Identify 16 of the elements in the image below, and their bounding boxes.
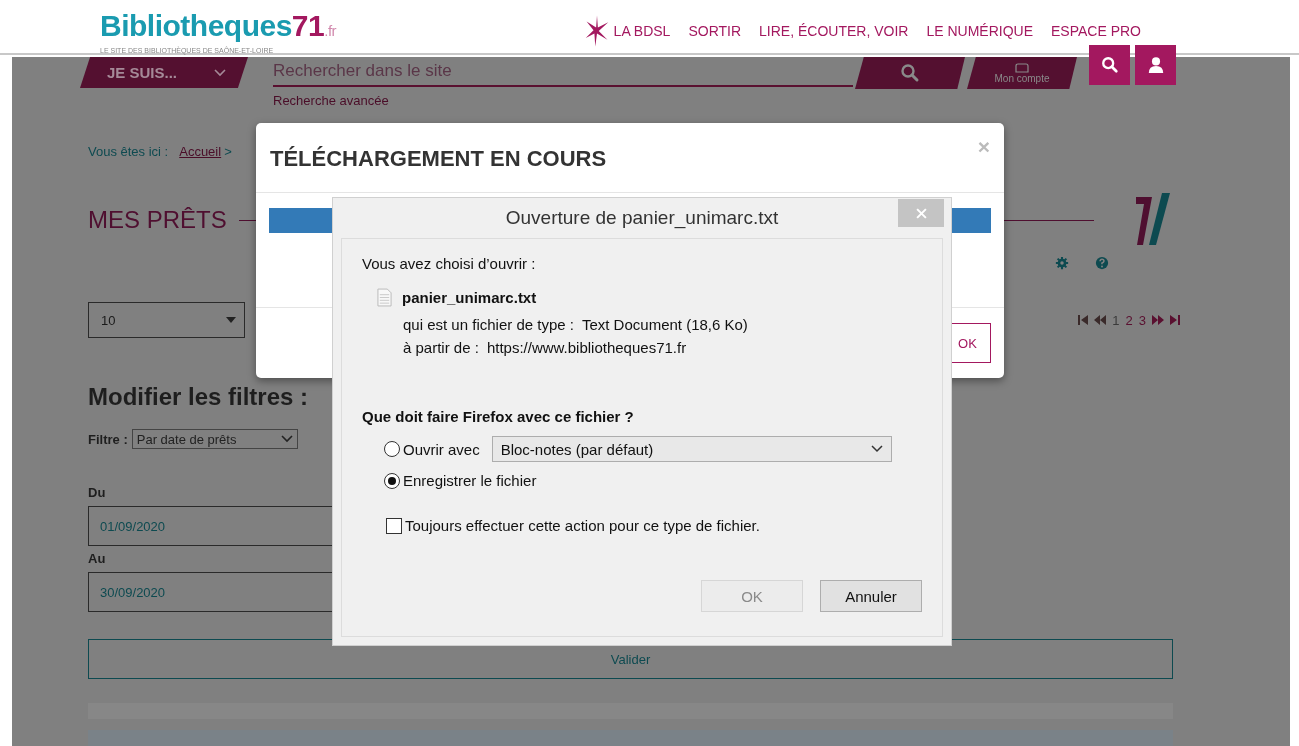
page-title: MES PRÊTS xyxy=(88,206,227,234)
to-label: Au xyxy=(88,551,107,566)
intro-text: Vous avez choisi d’ouvrir : xyxy=(362,255,537,272)
type-label: qui est un fichier de type : xyxy=(403,316,574,333)
breadcrumb-label: Vous êtes ici : xyxy=(88,144,169,159)
type-value: Text Document (18,6 Ko) xyxy=(581,316,748,333)
filter-label: Filtre : xyxy=(88,431,128,447)
modal-title: TÉLÉCHARGEMENT EN COURS xyxy=(270,146,607,173)
breadcrumb-separator: > xyxy=(224,144,232,159)
filters-heading: Modifier les filtres : xyxy=(88,383,309,411)
source-label: à partir de : xyxy=(403,339,479,356)
dialog-title: Ouverture de panier_unimarc.txt xyxy=(505,207,779,229)
from-label: Du xyxy=(88,485,107,500)
source-url: https://www.bibliotheques71.fr xyxy=(486,339,687,356)
question-text: Que doit faire Firefox avec ce fichier ? xyxy=(362,408,635,425)
file-name: panier_unimarc.txt xyxy=(402,289,537,306)
